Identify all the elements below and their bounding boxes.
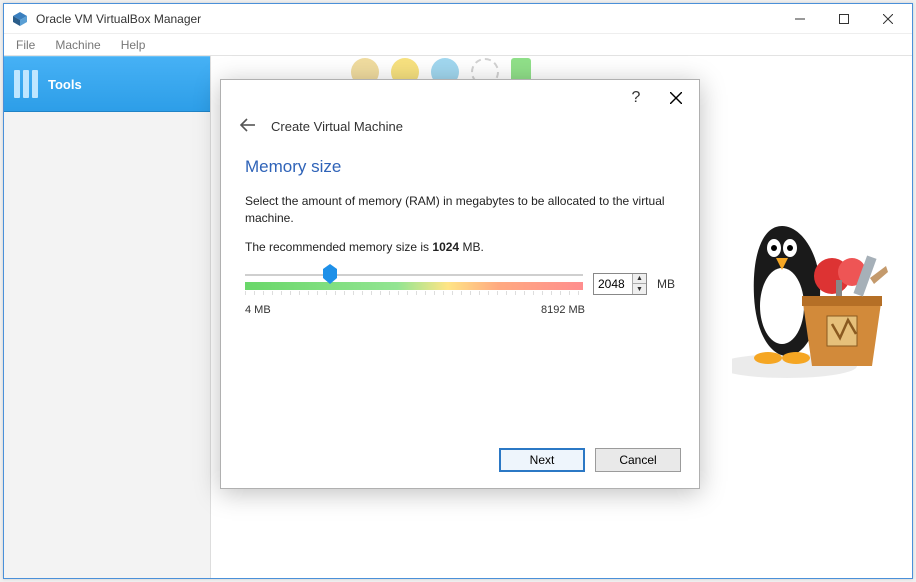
- memory-unit: MB: [657, 277, 675, 291]
- recommended-suffix: MB.: [459, 240, 484, 254]
- help-button[interactable]: ?: [619, 84, 653, 112]
- slider-thumb[interactable]: [323, 264, 337, 284]
- memory-slider-row: ▲ ▼ MB: [245, 266, 675, 302]
- main-window: Oracle VM VirtualBox Manager File Machin…: [3, 3, 913, 579]
- back-arrow-icon[interactable]: [239, 116, 257, 137]
- menu-file[interactable]: File: [8, 36, 43, 54]
- dialog-titlebar: ?: [221, 80, 699, 116]
- maximize-button[interactable]: [822, 5, 866, 33]
- menu-help[interactable]: Help: [113, 36, 154, 54]
- memory-spinbox[interactable]: ▲ ▼: [593, 273, 647, 295]
- menubar: File Machine Help: [4, 34, 912, 56]
- window-title: Oracle VM VirtualBox Manager: [36, 12, 778, 26]
- minimize-button[interactable]: [778, 5, 822, 33]
- sidebar-item-tools[interactable]: Tools: [4, 56, 210, 112]
- step-description: Select the amount of memory (RAM) in meg…: [245, 193, 675, 228]
- menu-machine[interactable]: Machine: [47, 36, 108, 54]
- step-title: Memory size: [245, 157, 675, 177]
- next-button[interactable]: Next: [499, 448, 585, 472]
- tools-icon: [14, 70, 38, 98]
- create-vm-dialog: ? Create Virtual Machine Memory size Sel…: [220, 79, 700, 489]
- sidebar: Tools: [4, 56, 211, 578]
- spin-up-button[interactable]: ▲: [632, 274, 646, 285]
- recommended-value: 1024: [432, 240, 459, 254]
- dialog-footer: Next Cancel: [221, 442, 699, 488]
- slider-max-label: 8192 MB: [541, 304, 585, 316]
- dialog-close-button[interactable]: [659, 84, 693, 112]
- sidebar-item-label: Tools: [48, 77, 82, 92]
- close-button[interactable]: [866, 5, 910, 33]
- memory-slider[interactable]: [245, 266, 583, 302]
- penguin-toolbox-illustration: [732, 206, 892, 386]
- cancel-button[interactable]: Cancel: [595, 448, 681, 472]
- recommended-prefix: The recommended memory size is: [245, 240, 432, 254]
- recommended-text: The recommended memory size is 1024 MB.: [245, 240, 675, 254]
- dialog-body: Memory size Select the amount of memory …: [221, 143, 699, 442]
- spin-down-button[interactable]: ▼: [632, 284, 646, 294]
- dialog-title: Create Virtual Machine: [271, 119, 403, 134]
- app-icon: [12, 11, 28, 27]
- titlebar: Oracle VM VirtualBox Manager: [4, 4, 912, 34]
- dialog-header: Create Virtual Machine: [221, 116, 699, 143]
- slider-min-label: 4 MB: [245, 304, 271, 316]
